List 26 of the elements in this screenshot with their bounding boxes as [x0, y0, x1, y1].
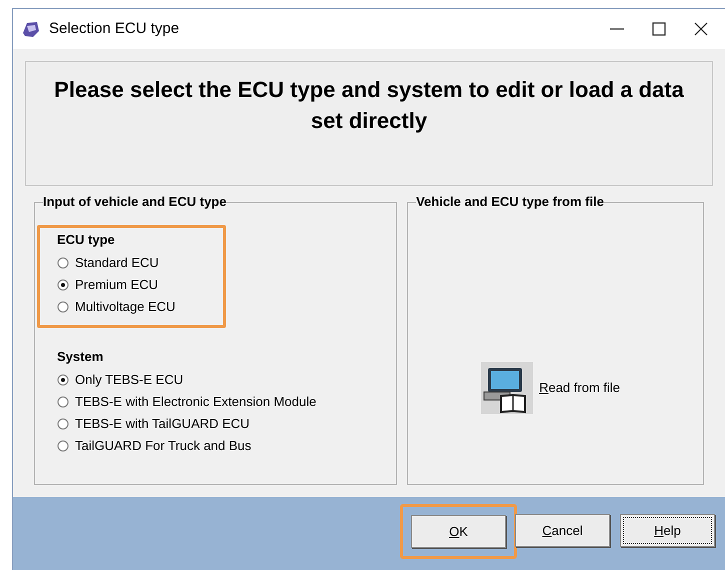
- radio-label[interactable]: Only TEBS-E ECU: [75, 370, 184, 390]
- radio-button[interactable]: [57, 418, 69, 430]
- radio-label[interactable]: Standard ECU: [75, 253, 159, 273]
- app-icon: [21, 19, 41, 39]
- read-from-file-button[interactable]: Read from file: [539, 378, 620, 398]
- radio-label[interactable]: Multivoltage ECU: [75, 297, 176, 317]
- radio-button[interactable]: [57, 374, 69, 386]
- radio-label[interactable]: Premium ECU: [75, 275, 158, 295]
- close-icon[interactable]: [693, 21, 709, 37]
- window-title: Selection ECU type: [49, 18, 180, 39]
- section-label: System: [57, 348, 104, 366]
- radio-button[interactable]: [57, 301, 69, 313]
- radio-label[interactable]: TEBS-E with TailGUARD ECU: [75, 414, 250, 434]
- maximize-icon[interactable]: [651, 21, 667, 37]
- radio-button[interactable]: [57, 396, 69, 408]
- dialog-button[interactable]: OK: [411, 515, 506, 548]
- dialog-button[interactable]: Cancel: [515, 514, 610, 547]
- radio-label[interactable]: TailGUARD For Truck and Bus: [75, 436, 252, 456]
- section-label: ECU type: [57, 231, 116, 249]
- heading-text: Please select the ECU type and system to edit or load a data set directly: [53, 76, 685, 135]
- radio-button[interactable]: [57, 440, 69, 452]
- radio-button[interactable]: [57, 257, 69, 269]
- computer-book-icon[interactable]: [481, 362, 534, 414]
- radio-button[interactable]: [57, 279, 69, 291]
- radio-label[interactable]: TEBS-E with Electronic Extension Module: [75, 392, 316, 412]
- dialog-button[interactable]: Help: [620, 514, 715, 547]
